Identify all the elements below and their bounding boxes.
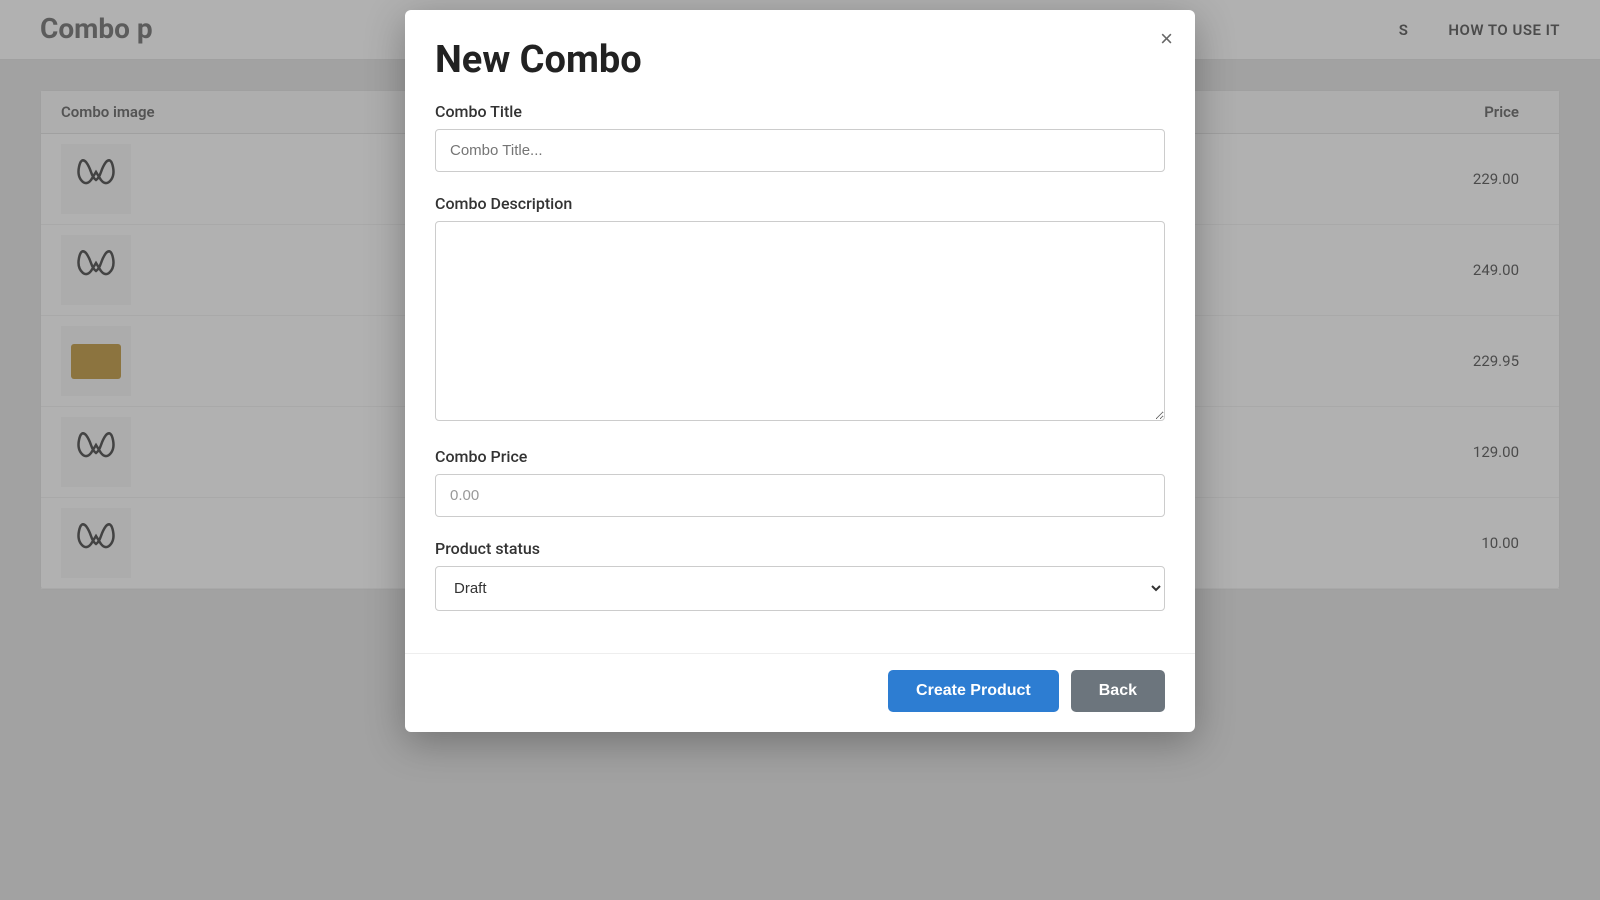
combo-description-textarea[interactable] (435, 221, 1165, 421)
modal-close-button[interactable]: × (1160, 28, 1173, 50)
product-status-group: Product status Draft Active Archived (435, 539, 1165, 611)
product-status-select[interactable]: Draft Active Archived (435, 566, 1165, 611)
modal-header: New Combo × (405, 10, 1195, 92)
create-product-button[interactable]: Create Product (888, 670, 1059, 712)
back-button[interactable]: Back (1071, 670, 1165, 712)
modal-title: New Combo (435, 38, 1165, 82)
combo-title-label: Combo Title (435, 102, 1165, 121)
product-status-label: Product status (435, 539, 1165, 558)
modal-footer: Create Product Back (405, 653, 1195, 732)
combo-description-group: Combo Description (435, 194, 1165, 425)
combo-title-group: Combo Title (435, 102, 1165, 172)
combo-price-label: Combo Price (435, 447, 1165, 466)
modal-body: Combo Title Combo Description Combo Pric… (405, 92, 1195, 653)
combo-price-group: Combo Price (435, 447, 1165, 517)
combo-title-input[interactable] (435, 129, 1165, 172)
combo-price-input[interactable] (435, 474, 1165, 517)
new-combo-modal: New Combo × Combo Title Combo Descriptio… (405, 10, 1195, 732)
combo-description-label: Combo Description (435, 194, 1165, 213)
modal-overlay: New Combo × Combo Title Combo Descriptio… (0, 0, 1600, 900)
